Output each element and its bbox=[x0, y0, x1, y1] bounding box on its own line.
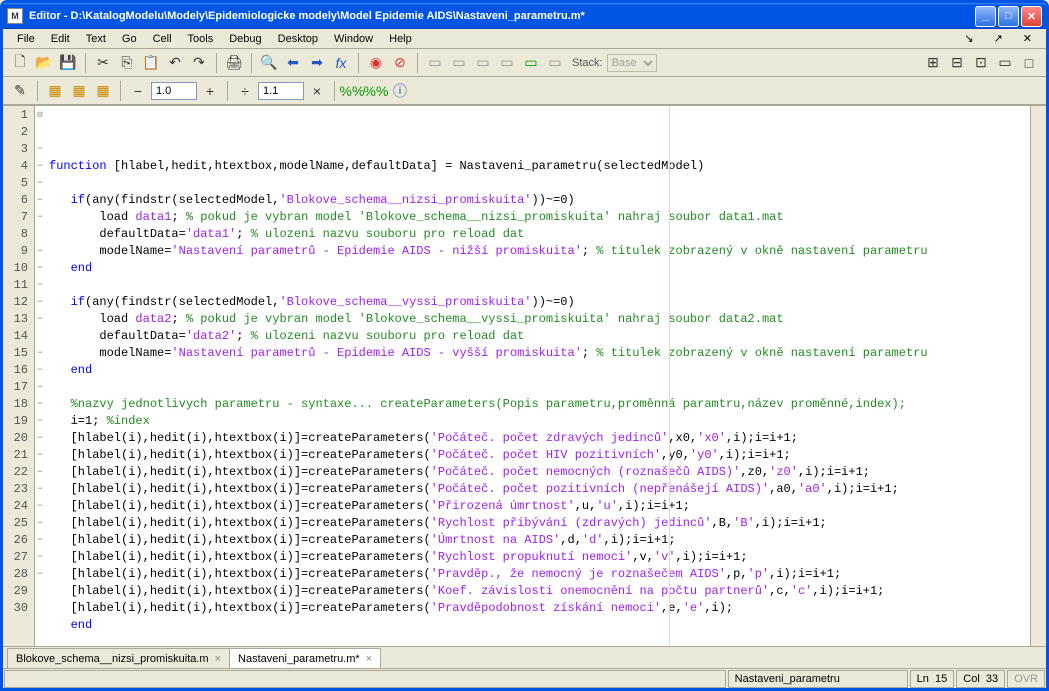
redo-icon[interactable]: ↷ bbox=[188, 52, 210, 74]
menu-text[interactable]: Text bbox=[78, 31, 114, 47]
save-icon[interactable]: 💾 bbox=[57, 52, 79, 74]
cell-eval-advance-icon[interactable]: ▦ bbox=[68, 80, 90, 102]
cell-increment-input[interactable] bbox=[151, 82, 197, 100]
editor-area: 1234567891011121314151617181920212223242… bbox=[3, 105, 1046, 646]
line-gutter: 1234567891011121314151617181920212223242… bbox=[3, 106, 35, 646]
layout4-icon[interactable]: ▭ bbox=[994, 52, 1016, 74]
tab-label: Nastaveni_parametru.m* bbox=[238, 653, 360, 665]
layout2-icon[interactable]: ⊟ bbox=[946, 52, 968, 74]
fx-icon[interactable]: fx bbox=[330, 52, 352, 74]
toolbar-cell: ✎ ▦ ▦ ▦ − + ÷ × %% %% ⓘ bbox=[3, 77, 1046, 105]
status-col: Col 33 bbox=[956, 670, 1005, 688]
copy-icon[interactable]: ⎘ bbox=[116, 52, 138, 74]
close-panel-icon[interactable]: ✕ bbox=[1015, 30, 1040, 47]
new-file-icon[interactable]: 🗋 bbox=[9, 52, 31, 74]
run-icon[interactable]: ▭ bbox=[520, 52, 542, 74]
undock-icon[interactable]: ↗ bbox=[986, 30, 1011, 47]
paste-icon[interactable]: 📋 bbox=[140, 52, 162, 74]
open-file-icon[interactable]: 📂 bbox=[33, 52, 55, 74]
cut-icon[interactable]: ✂ bbox=[92, 52, 114, 74]
statusbar: Nastaveni_parametru Ln 15 Col 33 OVR bbox=[3, 668, 1046, 688]
menu-help[interactable]: Help bbox=[381, 31, 420, 47]
layout3-icon[interactable]: ⊡ bbox=[970, 52, 992, 74]
stack-label: Stack: bbox=[572, 57, 603, 69]
toolbar-main: 🗋 📂 💾 ✂ ⎘ 📋 ↶ ↷ 🖨 🔍 ⬅ ➡ fx ◉ ⊘ ▭ ▭ ▭ ▭ ▭… bbox=[3, 49, 1046, 77]
undo-icon[interactable]: ↶ bbox=[164, 52, 186, 74]
tab-nastaveni-parametru[interactable]: Nastaveni_parametru.m* × bbox=[229, 648, 381, 668]
tab-label: Blokove_schema__nizsi_promiskuita.m bbox=[16, 653, 209, 665]
step-out-icon[interactable]: ▭ bbox=[472, 52, 494, 74]
tab-strip: Blokove_schema__nizsi_promiskuita.m × Na… bbox=[3, 646, 1046, 668]
breakpoint-clear-icon[interactable]: ⊘ bbox=[389, 52, 411, 74]
breakpoint-set-icon[interactable]: ◉ bbox=[365, 52, 387, 74]
layout5-icon[interactable]: □ bbox=[1018, 52, 1040, 74]
section-icon[interactable]: %% bbox=[341, 80, 363, 102]
menu-edit[interactable]: Edit bbox=[43, 31, 78, 47]
status-message bbox=[4, 670, 726, 688]
back-icon[interactable]: ⬅ bbox=[282, 52, 304, 74]
tab-close-icon[interactable]: × bbox=[366, 653, 372, 665]
maximize-button[interactable]: □ bbox=[998, 6, 1019, 27]
multiply-icon[interactable]: × bbox=[306, 80, 328, 102]
continue-icon[interactable]: ▭ bbox=[496, 52, 518, 74]
cell-eval-all-icon[interactable]: ▦ bbox=[92, 80, 114, 102]
window-title: Editor - D:\KatalogModelu\Modely\Epidemi… bbox=[29, 10, 975, 22]
close-button[interactable]: ✕ bbox=[1021, 6, 1042, 27]
plus-icon[interactable]: + bbox=[199, 80, 221, 102]
minus-icon[interactable]: − bbox=[127, 80, 149, 102]
cell-mode-icon[interactable]: ✎ bbox=[9, 80, 31, 102]
menu-debug[interactable]: Debug bbox=[221, 31, 269, 47]
fold-gutter[interactable]: ⊟−−−−−−−−−−−−−−−−−−−−−−−− bbox=[35, 106, 45, 646]
step-in-icon[interactable]: ▭ bbox=[448, 52, 470, 74]
status-function: Nastaveni_parametru bbox=[728, 670, 908, 688]
print-icon[interactable]: 🖨 bbox=[223, 52, 245, 74]
menubar: File Edit Text Go Cell Tools Debug Deskt… bbox=[3, 29, 1046, 49]
menu-desktop[interactable]: Desktop bbox=[270, 31, 326, 47]
cell-eval-icon[interactable]: ▦ bbox=[44, 80, 66, 102]
minimize-button[interactable]: _ bbox=[975, 6, 996, 27]
tab-blokove-schema[interactable]: Blokove_schema__nizsi_promiskuita.m × bbox=[7, 648, 230, 668]
margin-line bbox=[669, 106, 670, 646]
tab-close-icon[interactable]: × bbox=[215, 653, 221, 665]
info-icon[interactable]: ⓘ bbox=[389, 80, 411, 102]
forward-icon[interactable]: ➡ bbox=[306, 52, 328, 74]
layout1-icon[interactable]: ⊞ bbox=[922, 52, 944, 74]
step-icon[interactable]: ▭ bbox=[424, 52, 446, 74]
cell-multiply-input[interactable] bbox=[258, 82, 304, 100]
vertical-scrollbar[interactable] bbox=[1030, 106, 1046, 646]
dock-icon[interactable]: ↘ bbox=[956, 30, 981, 47]
menu-tools[interactable]: Tools bbox=[180, 31, 222, 47]
menu-cell[interactable]: Cell bbox=[145, 31, 180, 47]
status-line: Ln 15 bbox=[910, 670, 955, 688]
find-icon[interactable]: 🔍 bbox=[258, 52, 280, 74]
section-break-icon[interactable]: %% bbox=[365, 80, 387, 102]
menu-go[interactable]: Go bbox=[114, 31, 145, 47]
app-icon: M bbox=[7, 8, 23, 24]
menu-window[interactable]: Window bbox=[326, 31, 381, 47]
stack-select: Base bbox=[607, 54, 657, 72]
status-ovr: OVR bbox=[1007, 670, 1045, 688]
divide-icon[interactable]: ÷ bbox=[234, 80, 256, 102]
menu-file[interactable]: File bbox=[9, 31, 43, 47]
titlebar[interactable]: M Editor - D:\KatalogModelu\Modely\Epide… bbox=[3, 3, 1046, 29]
exit-debug-icon[interactable]: ▭ bbox=[544, 52, 566, 74]
code-editor[interactable]: function [hlabel,hedit,htextbox,modelNam… bbox=[45, 106, 1030, 646]
